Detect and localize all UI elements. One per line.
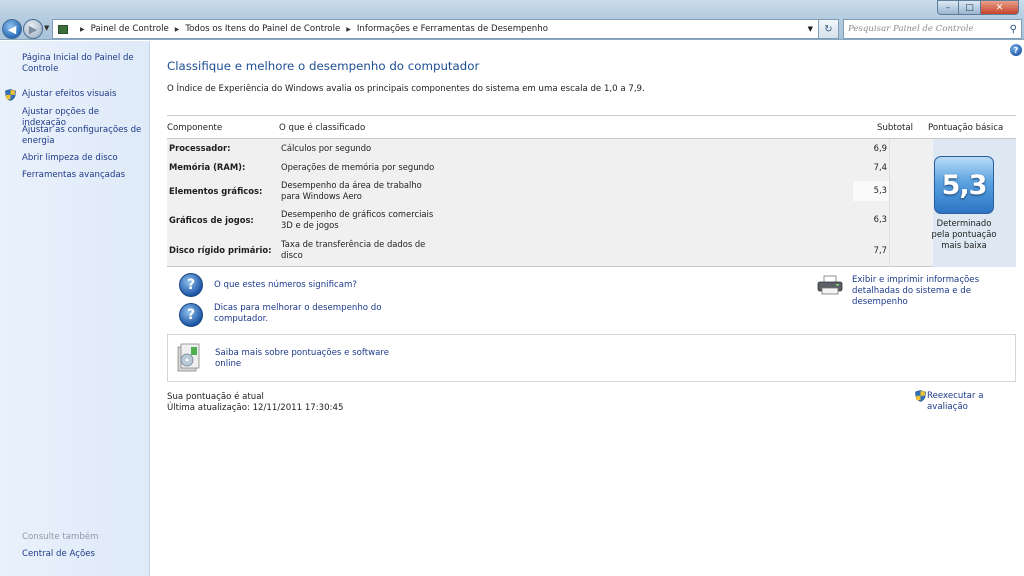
- table-header: Componente O que é classificado Subtotal…: [167, 115, 1016, 139]
- maximize-button[interactable]: □: [959, 0, 981, 15]
- component-subtotal: 5,3: [853, 181, 889, 201]
- back-button[interactable]: ◀: [2, 19, 22, 39]
- component-rated: Operações de memória por segundo: [281, 162, 435, 172]
- component-subtotal: 6,9: [873, 143, 887, 153]
- printer-icon: [817, 275, 843, 295]
- breadcrumb-all-items[interactable]: Todos os Itens do Painel de Controle: [185, 24, 340, 34]
- refresh-button[interactable]: ↻: [819, 19, 839, 39]
- column-divider: [889, 139, 890, 267]
- component-name: Memória (RAM):: [169, 162, 246, 172]
- question-icon: ?: [179, 273, 203, 297]
- main-content: ? Classifique e melhore o desempenho do …: [151, 41, 1024, 576]
- search-placeholder: Pesquisar Painel de Controle: [848, 24, 974, 34]
- sidebar-item-visual-effects[interactable]: Ajustar efeitos visuais: [22, 89, 144, 100]
- close-icon: ✕: [995, 2, 1004, 13]
- search-input[interactable]: Pesquisar Painel de Controle ⚲: [843, 19, 1022, 39]
- shield-icon: [5, 89, 16, 101]
- score-table: Componente O que é classificado Subtotal…: [167, 115, 1016, 267]
- rerun-assessment-link[interactable]: Reexecutar a avaliação: [927, 391, 1024, 413]
- learn-more-link[interactable]: Saiba mais sobre pontuações e software o…: [215, 348, 395, 370]
- sidebar-item-power-settings[interactable]: Ajustar as configurações de energia: [22, 125, 144, 147]
- window-controls: – □ ✕: [937, 0, 1019, 15]
- base-score-badge: 5,3: [934, 156, 994, 214]
- search-icon[interactable]: ⚲: [1010, 24, 1017, 35]
- what-numbers-mean-link[interactable]: O que estes números significam?: [214, 280, 357, 291]
- page-description: O Índice de Experiência do Windows avali…: [167, 84, 645, 94]
- help-icon: ?: [1013, 45, 1019, 55]
- close-button[interactable]: ✕: [981, 0, 1019, 15]
- chevron-right-icon[interactable]: ▶: [175, 26, 180, 33]
- column-header-subtotal: Subtotal: [877, 123, 914, 133]
- window-title-bar: ◀ ▶ ▼ ▶ Painel de Controle ▶ Todos os It…: [0, 0, 1024, 40]
- base-score-cell: 5,3 Determinado pela pontuação mais baix…: [932, 139, 1016, 267]
- component-rated: Cálculos por segundo: [281, 143, 372, 153]
- forward-arrow-icon: ▶: [28, 22, 38, 36]
- minimize-icon: –: [945, 2, 951, 13]
- base-score-caption: Determinado pela pontuação mais baixa: [931, 218, 997, 250]
- recent-pages-dropdown[interactable]: ▼: [44, 24, 49, 32]
- component-name: Elementos gráficos:: [169, 186, 263, 196]
- see-also-heading: Consulte também: [22, 532, 99, 542]
- minimize-button[interactable]: –: [937, 0, 959, 15]
- chevron-right-icon[interactable]: ▶: [346, 26, 351, 33]
- control-panel-folder-icon: [58, 24, 68, 34]
- column-header-rated: O que é classificado: [279, 123, 366, 133]
- software-box-icon: [177, 343, 200, 372]
- component-name: Disco rígido primário:: [169, 245, 272, 255]
- question-icon: ?: [179, 303, 203, 327]
- sidebar-item-disk-cleanup[interactable]: Abrir limpeza de disco: [22, 153, 144, 164]
- help-button[interactable]: ?: [1010, 44, 1022, 56]
- component-subtotal: 7,7: [873, 245, 887, 255]
- table-body: Processador: Cálculos por segundo 6,9 Me…: [167, 139, 1016, 267]
- breadcrumb-performance[interactable]: Informações e Ferramentas de Desempenho: [357, 24, 548, 34]
- component-name: Gráficos de jogos:: [169, 215, 254, 225]
- learn-more-panel: Saiba mais sobre pontuações e software o…: [167, 334, 1016, 382]
- score-status: Sua pontuação é atual: [167, 392, 264, 402]
- address-bar[interactable]: ▶ Painel de Controle ▶ Todos os Itens do…: [52, 19, 819, 39]
- performance-tips-link[interactable]: Dicas para melhorar o desempenho do comp…: [214, 303, 384, 325]
- print-details-link[interactable]: Exibir e imprimir informações detalhadas…: [852, 275, 1020, 308]
- address-dropdown-icon[interactable]: ▼: [808, 25, 813, 33]
- component-subtotal: 6,3: [873, 214, 887, 224]
- back-arrow-icon: ◀: [7, 22, 17, 36]
- last-update: Última atualização: 12/11/2011 17:30:45: [167, 403, 344, 413]
- refresh-icon: ↻: [824, 23, 833, 35]
- maximize-icon: □: [965, 2, 974, 13]
- sidebar-item-advanced-tools[interactable]: Ferramentas avançadas: [22, 170, 144, 181]
- sidebar-item-action-center[interactable]: Central de Ações: [22, 549, 144, 560]
- column-header-base-score: Pontuação básica: [928, 123, 1004, 133]
- sidebar-item-control-panel-home[interactable]: Página Inicial do Painel de Controle: [22, 53, 144, 75]
- forward-button[interactable]: ▶: [23, 19, 43, 39]
- component-rated: Desempenho de gráficos comerciais 3D e d…: [281, 209, 434, 230]
- breadcrumb-control-panel[interactable]: Painel de Controle: [91, 24, 169, 34]
- column-header-component: Componente: [167, 123, 223, 133]
- shield-icon: [915, 390, 926, 402]
- page-title: Classifique e melhore o desempenho do co…: [167, 59, 480, 73]
- chevron-right-icon[interactable]: ▶: [80, 26, 85, 33]
- task-sidebar: Página Inicial do Painel de Controle Aju…: [0, 41, 150, 576]
- component-name: Processador:: [169, 143, 231, 153]
- component-rated: Taxa de transferência de dados de disco: [281, 239, 426, 260]
- component-rated: Desempenho da área de trabalho para Wind…: [281, 180, 422, 201]
- component-subtotal: 7,4: [873, 162, 887, 172]
